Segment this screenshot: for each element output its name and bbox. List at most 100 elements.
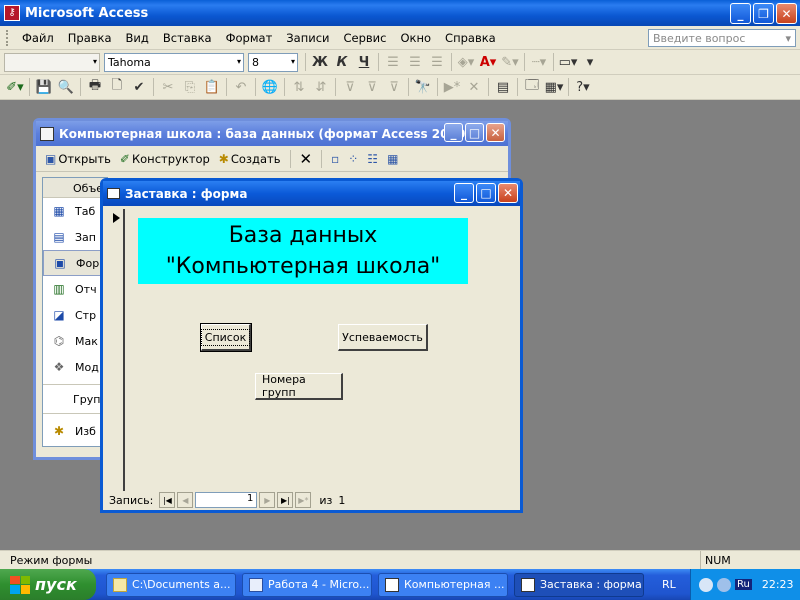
font-color-icon[interactable]: A▾ bbox=[477, 52, 499, 72]
apply-filter-icon[interactable]: ⊽ bbox=[383, 77, 405, 97]
line-width-icon[interactable]: ┈▾ bbox=[528, 52, 550, 72]
groups-header[interactable]: Груп bbox=[43, 389, 107, 409]
cut-icon[interactable]: ✂ bbox=[157, 77, 179, 97]
db-maximize-button[interactable]: □ bbox=[465, 123, 484, 142]
minimize-button[interactable]: _ bbox=[730, 3, 751, 24]
form-window-title-bar[interactable]: Заставка : форма _ □ ✕ bbox=[103, 181, 520, 206]
status-bar: Режим формы NUM bbox=[0, 550, 800, 570]
next-record-button[interactable]: ▶ bbox=[259, 492, 276, 508]
tray-app-icon[interactable] bbox=[717, 577, 731, 592]
delete-record-icon[interactable]: ✕ bbox=[463, 77, 485, 97]
tray-network-icon[interactable] bbox=[699, 577, 713, 592]
windows-logo-icon bbox=[10, 575, 30, 594]
menu-edit[interactable]: Правка bbox=[61, 31, 119, 45]
menu-insert[interactable]: Вставка bbox=[156, 31, 219, 45]
sort-ascending-icon[interactable]: ⇅ bbox=[288, 77, 310, 97]
italic-button[interactable]: К bbox=[331, 52, 353, 72]
object-combo[interactable]: ▾ bbox=[4, 52, 100, 72]
progress-button[interactable]: Успеваемость bbox=[338, 324, 428, 351]
restore-button[interactable]: ❐ bbox=[753, 3, 774, 24]
underline-button[interactable]: Ч bbox=[353, 52, 375, 72]
border-style-icon[interactable]: ▭▾ bbox=[557, 52, 579, 72]
paste-icon[interactable]: 📋 bbox=[201, 77, 223, 97]
font-name-combo[interactable]: Tahoma ▾ bbox=[104, 52, 244, 72]
design-button[interactable]: ✐ Конструктор bbox=[117, 152, 213, 166]
record-selector[interactable] bbox=[109, 209, 125, 491]
help-question-input[interactable]: Введите вопрос ▾ bbox=[648, 29, 796, 47]
objects-item-modules[interactable]: ❖ Мод bbox=[43, 354, 107, 380]
tray-language-indicator[interactable]: Ru bbox=[735, 579, 752, 590]
print-icon[interactable]: 🖶 bbox=[84, 77, 106, 97]
objects-header[interactable]: Объе bbox=[43, 178, 107, 198]
font-size-combo[interactable]: 8 ▾ bbox=[248, 52, 298, 72]
task-form[interactable]: Заставка : форма bbox=[514, 572, 644, 597]
toolbar-grip[interactable] bbox=[6, 29, 9, 46]
fill-color-icon[interactable]: ◈▾ bbox=[455, 52, 477, 72]
menu-window[interactable]: Окно bbox=[393, 31, 438, 45]
menu-file[interactable]: Файл bbox=[15, 31, 61, 45]
menu-help[interactable]: Справка bbox=[438, 31, 503, 45]
align-left-icon[interactable]: ☰ bbox=[382, 52, 404, 72]
align-right-icon[interactable]: ☰ bbox=[426, 52, 448, 72]
language-bar[interactable]: RL bbox=[662, 578, 676, 591]
clock[interactable]: 22:23 bbox=[762, 578, 794, 591]
delete-icon[interactable]: ✕ bbox=[297, 150, 316, 168]
objects-item-macros[interactable]: ⌬ Мак bbox=[43, 328, 107, 354]
objects-item-pages[interactable]: ◪ Стр bbox=[43, 302, 107, 328]
previous-record-button[interactable]: ◀ bbox=[177, 492, 194, 508]
properties-icon[interactable]: ▤ bbox=[492, 77, 514, 97]
objects-item-forms[interactable]: ▣ Фор bbox=[43, 250, 107, 276]
bold-button[interactable]: Ж bbox=[309, 52, 331, 72]
task-database[interactable]: Компьютерная ... bbox=[378, 572, 508, 597]
design-view-icon[interactable]: ✐▾ bbox=[4, 77, 26, 97]
help-icon[interactable]: ?▾ bbox=[572, 77, 594, 97]
current-record-field[interactable]: 1 bbox=[195, 492, 258, 508]
large-icons-icon[interactable]: ▫ bbox=[328, 152, 342, 166]
menu-format[interactable]: Формат bbox=[219, 31, 280, 45]
filter-by-form-icon[interactable]: ⊽ bbox=[361, 77, 383, 97]
hyperlink-icon[interactable]: 🌐 bbox=[259, 77, 281, 97]
first-record-button[interactable]: |◀ bbox=[159, 492, 176, 508]
task-explorer[interactable]: C:\Documents a... bbox=[106, 572, 236, 597]
form-close-button[interactable]: ✕ bbox=[498, 183, 518, 203]
spelling-icon[interactable]: ✔ bbox=[128, 77, 150, 97]
form-minimize-button[interactable]: _ bbox=[454, 183, 474, 203]
details-view-icon[interactable]: ▦ bbox=[384, 152, 401, 166]
sort-descending-icon[interactable]: ⇵ bbox=[310, 77, 332, 97]
db-close-button[interactable]: ✕ bbox=[486, 123, 505, 142]
database-window-icon[interactable]: 🗔 bbox=[521, 77, 543, 97]
close-button[interactable]: ✕ bbox=[776, 3, 797, 24]
db-minimize-button[interactable]: _ bbox=[444, 123, 463, 142]
menu-view[interactable]: Вид bbox=[119, 31, 156, 45]
objects-item-reports[interactable]: ▥ Отч bbox=[43, 276, 107, 302]
new-object-icon[interactable]: ▦▾ bbox=[543, 77, 565, 97]
objects-item-tables[interactable]: ▦ Таб bbox=[43, 198, 107, 224]
list-button[interactable]: Список bbox=[200, 323, 252, 352]
undo-icon[interactable]: ↶ bbox=[230, 77, 252, 97]
special-effect-icon[interactable]: ▾ bbox=[579, 52, 601, 72]
start-button[interactable]: пуск bbox=[0, 569, 96, 600]
new-record-button[interactable]: ▶* bbox=[295, 492, 312, 508]
groups-item-favorites[interactable]: ✱ Изб bbox=[43, 418, 107, 444]
database-window-title-bar[interactable]: Компьютерная школа : база данных (формат… bbox=[36, 121, 508, 146]
print-preview-icon[interactable]: 🗋 bbox=[106, 77, 128, 97]
copy-icon[interactable]: ⎘ bbox=[179, 77, 201, 97]
task-word[interactable]: Работа 4 - Micro... bbox=[242, 572, 372, 597]
objects-item-queries[interactable]: ▤ Зап bbox=[43, 224, 107, 250]
new-record-icon[interactable]: ▶* bbox=[441, 77, 463, 97]
form-maximize-button[interactable]: □ bbox=[476, 183, 496, 203]
file-search-icon[interactable]: 🔍 bbox=[55, 77, 77, 97]
menu-tools[interactable]: Сервис bbox=[337, 31, 394, 45]
line-color-icon[interactable]: ✎▾ bbox=[499, 52, 521, 72]
menu-records[interactable]: Записи bbox=[279, 31, 336, 45]
create-button[interactable]: ✱ Создать bbox=[216, 152, 284, 166]
align-center-icon[interactable]: ☰ bbox=[404, 52, 426, 72]
find-icon[interactable]: 🔭 bbox=[412, 77, 434, 97]
save-icon[interactable]: 💾 bbox=[33, 77, 55, 97]
filter-by-selection-icon[interactable]: ⊽ bbox=[339, 77, 361, 97]
group-numbers-button[interactable]: Номера групп bbox=[255, 373, 343, 400]
open-button[interactable]: ▣ Открыть bbox=[42, 152, 114, 166]
list-view-icon[interactable]: ☷ bbox=[364, 152, 381, 166]
last-record-button[interactable]: ▶| bbox=[277, 492, 294, 508]
small-icons-icon[interactable]: ⁘ bbox=[345, 152, 361, 166]
